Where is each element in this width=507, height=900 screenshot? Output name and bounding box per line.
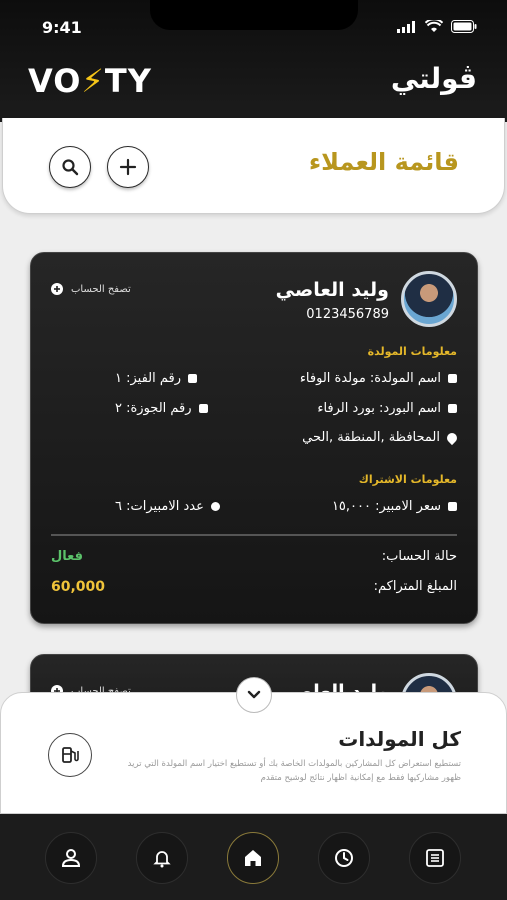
- add-customer-button[interactable]: [107, 146, 149, 188]
- device-number: رقم الجوزة: ٢: [115, 401, 208, 416]
- fuel-pump-icon: [62, 747, 79, 763]
- phase-number: رقم الفيز: ١: [115, 371, 198, 386]
- list-icon: [426, 849, 444, 867]
- plus-icon: [119, 158, 137, 176]
- status-value: فعال: [51, 549, 84, 564]
- device-icon: [198, 404, 208, 413]
- ampere-price: سعر الامبير: ١٥,٠٠٠: [332, 499, 457, 514]
- wifi-icon: [425, 20, 443, 32]
- nav-notifications[interactable]: [136, 832, 188, 884]
- customer-card[interactable]: وليد العاصي 0123456789 تصفح الحساب معلوم…: [30, 252, 478, 624]
- nav-list[interactable]: [409, 832, 461, 884]
- browse-account-link[interactable]: تصفح الحساب: [51, 283, 131, 295]
- board-name: اسم البورد: بورد الرفاء: [317, 401, 457, 416]
- sheet-title: كل المولدات: [338, 727, 461, 751]
- app-title: ڤولتي: [390, 62, 477, 95]
- chevron-down-icon: [247, 690, 261, 699]
- status-icons: [397, 20, 477, 33]
- device-notch: [150, 0, 358, 30]
- card-divider: [51, 534, 457, 536]
- location: المحافظة ,المنطقة ,الحي: [302, 430, 460, 445]
- phase-icon: [188, 374, 198, 383]
- status-label: حالة الحساب:: [381, 549, 457, 564]
- user-icon: [61, 849, 81, 867]
- search-button[interactable]: [49, 146, 91, 188]
- nav-profile[interactable]: [45, 832, 97, 884]
- accumulated-value: 60,000: [51, 579, 106, 595]
- page-header-card: قائمة العملاء: [2, 118, 505, 214]
- home-icon: [245, 850, 261, 866]
- generators-sheet: كل المولدات تستطيع استعراض كل المشاركين …: [0, 677, 507, 814]
- coins-icon: [448, 502, 457, 511]
- customer-phone: 0123456789: [306, 307, 389, 322]
- subscription-section-title: معلومات الاشتراك: [358, 473, 457, 486]
- generator-filter-button[interactable]: [48, 733, 92, 777]
- ampere-count: عدد الامبيرات: ٦: [115, 499, 220, 514]
- signal-icon: [397, 20, 415, 33]
- location-pin-icon: [444, 430, 460, 445]
- status-time: 9:41: [42, 18, 82, 37]
- accumulated-label: المبلغ المتراكم:: [373, 579, 457, 594]
- nav-history[interactable]: [318, 832, 370, 884]
- generator-name: اسم المولدة: مولدة الوفاء: [300, 371, 457, 386]
- collapse-sheet-button[interactable]: [236, 677, 272, 713]
- board-icon: [448, 404, 457, 413]
- search-icon: [62, 159, 79, 176]
- ampere-icon: [210, 502, 220, 511]
- sheet-description: تستطيع استعراض كل المشاركين بالمولدات ال…: [127, 759, 461, 783]
- clock-icon: [335, 849, 353, 867]
- plus-circle-icon: [51, 283, 63, 295]
- customer-avatar: [401, 271, 457, 327]
- nav-home[interactable]: [227, 832, 279, 884]
- app-logo: VO⚡TY: [28, 62, 152, 100]
- bell-icon: [153, 851, 171, 868]
- battery-icon: [451, 20, 477, 33]
- generator-icon: [448, 374, 457, 383]
- customer-name: وليد العاصي: [275, 279, 389, 301]
- app-header: 9:41 VO⚡TY ڤولتي: [0, 0, 507, 122]
- bottom-nav: [0, 814, 507, 900]
- page-title: قائمة العملاء: [308, 148, 459, 176]
- generator-section-title: معلومات المولدة: [367, 345, 457, 358]
